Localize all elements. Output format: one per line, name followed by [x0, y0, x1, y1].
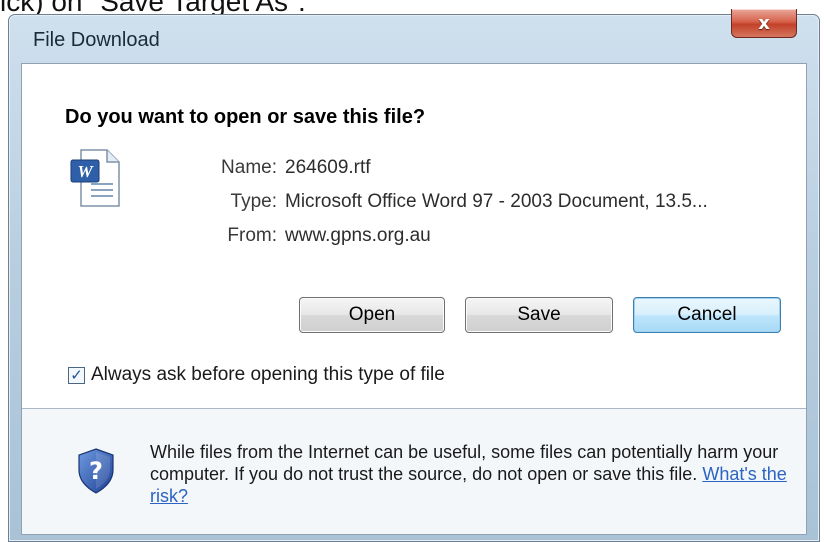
window-title: File Download — [33, 29, 160, 51]
always-ask-checkbox[interactable]: ✓ — [68, 365, 85, 384]
svg-text:W: W — [77, 162, 94, 181]
dialog-body: Do you want to open or save this file? W… — [21, 63, 807, 535]
file-download-dialog: File Download x Do you want to open or s… — [8, 9, 820, 542]
file-name-value: 264609.rtf — [285, 157, 371, 178]
file-info: Name: 264609.rtf Type: Microsoft Office Wo… — [162, 157, 708, 259]
file-type-value: Microsoft Office Word 97 - 2003 Document… — [285, 191, 708, 212]
cancel-button[interactable]: Cancel — [633, 297, 781, 333]
checkmark-icon: ✓ — [70, 365, 83, 384]
file-source-value: www.gpns.org.au — [285, 225, 431, 246]
word-document-icon: W — [70, 149, 120, 207]
open-button[interactable]: Open — [299, 297, 445, 333]
always-ask-option: ✓ Always ask before opening this type of… — [68, 364, 445, 386]
shield-question-icon: ? — [78, 448, 114, 494]
file-name-row: Name: 264609.rtf — [162, 157, 708, 191]
close-icon: x — [758, 12, 770, 34]
title-bar[interactable]: File Download x — [9, 9, 819, 63]
file-source-label: From: — [227, 225, 277, 246]
close-button[interactable]: x — [731, 9, 797, 38]
always-ask-label[interactable]: Always ask before opening this type of f… — [91, 364, 445, 386]
save-button[interactable]: Save — [465, 297, 613, 333]
svg-text:?: ? — [89, 457, 103, 485]
warning-text: While files from the Internet can be use… — [150, 442, 779, 484]
dialog-question: Do you want to open or save this file? — [65, 106, 426, 128]
warning-message: While files from the Internet can be use… — [150, 441, 790, 507]
file-name-label: Name: — [221, 157, 277, 178]
file-type-label: Type: — [230, 191, 277, 212]
file-type-row: Type: Microsoft Office Word 97 - 2003 Doc… — [162, 191, 708, 225]
file-source-row: From: www.gpns.org.au — [162, 225, 708, 259]
